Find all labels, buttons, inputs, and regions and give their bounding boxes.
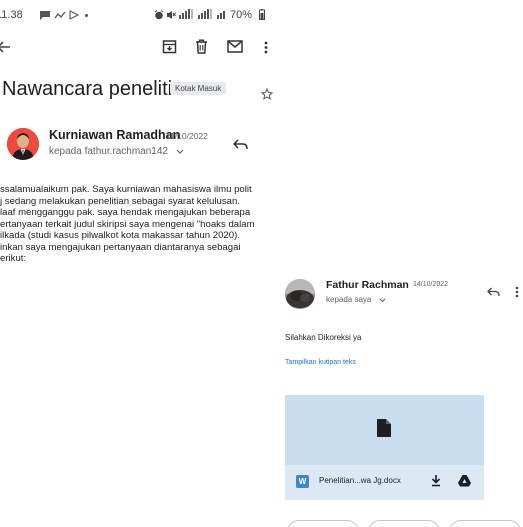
reply-icon[interactable]	[487, 287, 500, 297]
recipient-line[interactable]: kepada fathur.rachman142	[49, 146, 168, 157]
sender-name[interactable]: Fathur Rachman	[326, 279, 409, 291]
download-icon[interactable]	[431, 474, 441, 487]
status-time: 11.38	[0, 9, 23, 21]
more-notifications-dot	[85, 14, 88, 17]
email-body: Silahkan Dikoreksi ya	[285, 333, 362, 342]
recipient-line[interactable]: kepada saya	[326, 295, 371, 304]
mark-unread-icon[interactable]	[227, 40, 243, 53]
attachment-card[interactable]: W Penelitian...wa Jg.docx	[285, 395, 484, 500]
word-file-icon: W	[296, 475, 309, 488]
email-subject: Nawancara penelitian	[2, 78, 195, 100]
mute-icon	[166, 10, 176, 20]
signal-icon-3	[217, 9, 229, 20]
alarm-icon	[154, 10, 164, 20]
battery-percent: 70%	[230, 9, 253, 21]
chevron-down-icon[interactable]	[379, 298, 386, 303]
body-line: ssalamualaikum pak. Saya kurniawan mahas…	[0, 184, 252, 195]
signal-icon-2	[198, 9, 214, 20]
reply-button[interactable]	[287, 520, 359, 527]
attachment-filename[interactable]: Penelitian...wa Jg.docx	[319, 476, 401, 485]
body-line: ilkada (studi kasus pilwalkot kota makas…	[0, 230, 240, 241]
body-line: laaf mengganggu pak. saya hendak mengaju…	[0, 207, 251, 218]
play-store-icon	[69, 10, 79, 20]
delete-icon[interactable]	[195, 39, 208, 54]
overflow-menu-icon[interactable]	[264, 41, 268, 54]
archive-icon[interactable]	[162, 39, 177, 54]
sender-avatar[interactable]	[7, 128, 39, 160]
show-quoted-text-link[interactable]: Tampilkan kutipan teks	[285, 359, 356, 366]
reply-all-button[interactable]	[368, 520, 440, 527]
overflow-menu-icon[interactable]	[515, 286, 519, 298]
back-arrow-icon[interactable]	[0, 40, 11, 54]
signal-icon-1	[179, 9, 195, 20]
message-panel-first: 11.38 70% Nawancara penelitian	[0, 0, 282, 268]
sent-date: 14/10/2022	[413, 281, 449, 288]
sender-avatar[interactable]	[285, 279, 315, 309]
chevron-down-icon[interactable]	[176, 149, 184, 154]
reply-icon[interactable]	[233, 139, 248, 150]
label-chip-inbox[interactable]: Kotak Masuk	[170, 82, 227, 95]
body-line: inkan saya mengajukan pertanyaan diantar…	[0, 241, 241, 253]
star-icon[interactable]	[261, 88, 273, 100]
message-panel-reply: Fathur Rachman 14/10/2022 kepada saya Si…	[275, 268, 523, 527]
document-file-icon	[377, 419, 391, 437]
forward-button[interactable]	[449, 520, 521, 527]
signal-curve-icon	[54, 11, 66, 20]
body-line: erikut:	[0, 253, 27, 264]
chat-notification-icon	[40, 11, 50, 20]
sender-name[interactable]: Kurniawan Ramadhan	[49, 128, 180, 142]
battery-icon	[259, 9, 265, 20]
sent-date: 11/10/2022	[166, 131, 208, 141]
drive-icon[interactable]	[458, 475, 471, 487]
body-line: ertanyaan terkait judul skiripsi saya me…	[0, 218, 255, 230]
body-line: j sedang melakukan penelitian sebagai sy…	[0, 195, 240, 207]
email-body: ssalamualaikum pak. Saya kurniawan mahas…	[0, 184, 255, 265]
